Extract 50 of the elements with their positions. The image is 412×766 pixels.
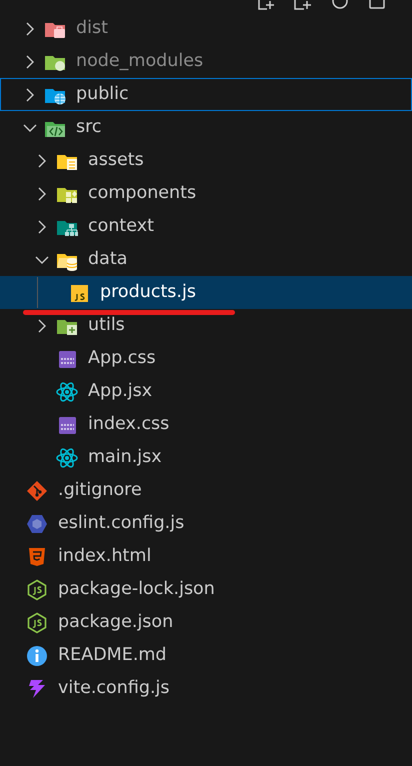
info-icon — [26, 644, 48, 666]
file-name: .gitignore — [58, 480, 142, 500]
folder-name: dist — [76, 18, 108, 38]
folder-name: utils — [88, 316, 125, 336]
folder-name: src — [76, 118, 102, 138]
file-item[interactable]: .gitignore — [0, 474, 412, 507]
file-name: README.md — [58, 646, 167, 666]
file-item[interactable]: main.jsx — [0, 441, 412, 474]
atom-icon — [56, 380, 78, 402]
folder-item[interactable]: src — [0, 111, 412, 144]
hexagon-outline-icon — [26, 612, 48, 634]
hexagon-outline-icon — [26, 578, 48, 600]
file-item[interactable]: index.css — [0, 408, 412, 441]
file-item[interactable]: App.css — [0, 342, 412, 375]
file-name: package.json — [58, 612, 174, 632]
folder-item[interactable]: components — [0, 177, 412, 210]
folder-item[interactable]: node_modules — [0, 45, 412, 78]
folder-item[interactable]: data — [0, 243, 412, 276]
folder-item[interactable]: dist — [0, 12, 412, 45]
folder-name: components — [88, 184, 196, 204]
folder-name: node_modules — [76, 52, 204, 72]
file-name: index.html — [58, 546, 152, 566]
diamond-icon — [26, 480, 48, 502]
file-name: products.js — [100, 282, 196, 302]
folder-name: assets — [88, 150, 144, 170]
lightning-icon — [26, 678, 48, 700]
file-item[interactable]: package-lock.json — [0, 573, 412, 606]
file-item[interactable]: README.md — [0, 639, 412, 672]
file-name: eslint.config.js — [58, 514, 184, 534]
folder-name: context — [88, 216, 154, 236]
folder-item[interactable]: context — [0, 210, 412, 243]
shield-icon — [26, 546, 48, 568]
folder-item[interactable]: public — [0, 78, 412, 111]
atom-icon — [56, 446, 78, 468]
folder-name: public — [76, 84, 129, 104]
file-item[interactable]: index.html — [0, 540, 412, 573]
file-name: index.css — [88, 414, 170, 434]
file-item[interactable]: vite.config.js — [0, 672, 412, 705]
file-item[interactable]: package.json — [0, 606, 412, 639]
file-item[interactable]: eslint.config.js — [0, 507, 412, 540]
hexagon-icon — [26, 512, 48, 534]
file-item[interactable]: App.jsx — [0, 375, 412, 408]
file-name: package-lock.json — [58, 580, 215, 600]
file-name: vite.config.js — [58, 678, 170, 698]
file-name: App.css — [88, 348, 156, 368]
folder-item[interactable]: assets — [0, 144, 412, 177]
folder-name: data — [88, 250, 128, 270]
file-name: App.jsx — [88, 382, 152, 402]
folder-item[interactable]: utils — [0, 309, 412, 342]
file-name: main.jsx — [88, 448, 162, 468]
